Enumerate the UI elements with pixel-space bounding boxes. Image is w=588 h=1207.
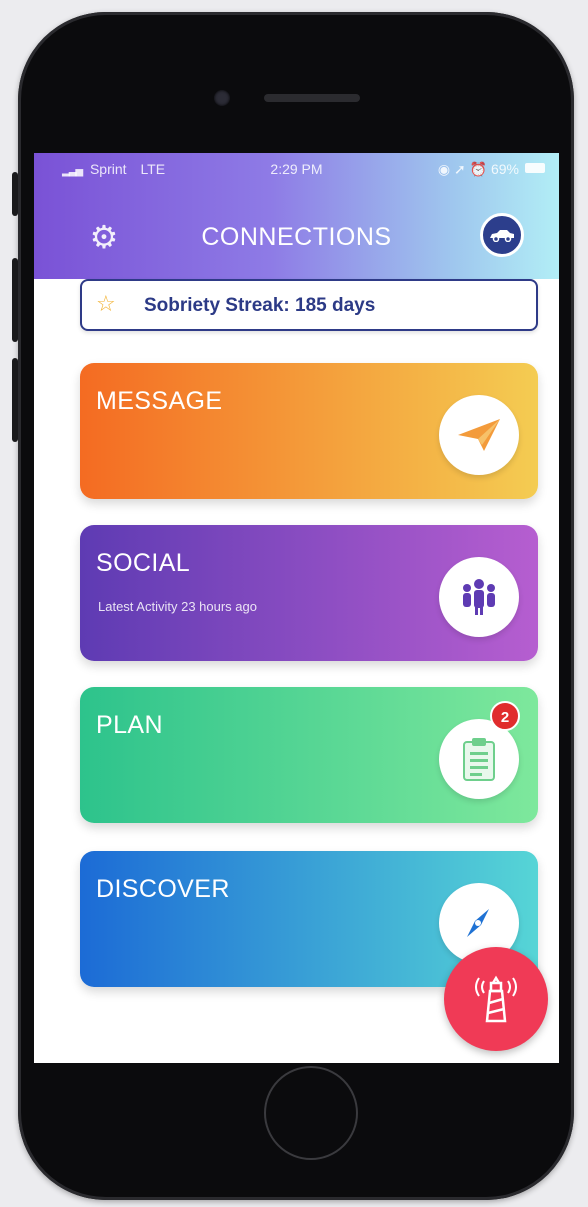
battery-info: ◉ ➚ ⏰ 69% <box>438 161 519 178</box>
lighthouse-icon <box>475 975 517 1023</box>
earpiece-speaker <box>264 94 360 102</box>
paper-plane-icon <box>458 419 500 451</box>
location-icon: ◉ ➚ ⏰ <box>437 161 488 177</box>
clipboard-icon <box>463 738 495 781</box>
group-icon <box>463 579 495 615</box>
sobriety-streak-banner[interactable]: ☆ Sobriety Streak: 185 days <box>80 279 538 331</box>
card-title: DISCOVER <box>96 875 230 903</box>
mute-switch <box>12 172 18 216</box>
card-title: PLAN <box>96 711 163 739</box>
front-camera <box>214 90 230 106</box>
battery-icon <box>525 163 545 173</box>
compass-icon <box>467 909 489 937</box>
car-icon <box>490 230 514 243</box>
streak-label: Sobriety Streak: 185 days <box>144 295 376 316</box>
volume-up-button <box>12 258 18 342</box>
plan-icon-button <box>439 719 519 799</box>
card-subtitle: Latest Activity 23 hours ago <box>98 599 257 614</box>
star-icon: ☆ <box>96 291 116 316</box>
plan-notification-badge: 2 <box>490 701 520 731</box>
app-screen: ▂▃▅ Sprint LTE 2:29 PM ◉ ➚ ⏰ 69% ⚙ CONNE… <box>34 153 559 1063</box>
social-icon-button <box>439 557 519 637</box>
home-button[interactable] <box>264 1066 358 1160</box>
emergency-beacon-button[interactable] <box>444 947 548 1051</box>
card-title: MESSAGE <box>96 387 223 415</box>
social-card[interactable]: SOCIAL Latest Activity 23 hours ago <box>80 525 538 661</box>
plan-card[interactable]: PLAN <box>80 687 538 823</box>
profile-button[interactable] <box>480 213 524 257</box>
battery-percent: 69% <box>490 161 519 177</box>
message-icon-button <box>439 395 519 475</box>
volume-down-button <box>12 358 18 442</box>
message-card[interactable]: MESSAGE <box>80 363 538 499</box>
status-bar: ▂▃▅ Sprint LTE 2:29 PM ◉ ➚ ⏰ 69% <box>34 153 559 181</box>
card-title: SOCIAL <box>96 549 191 577</box>
